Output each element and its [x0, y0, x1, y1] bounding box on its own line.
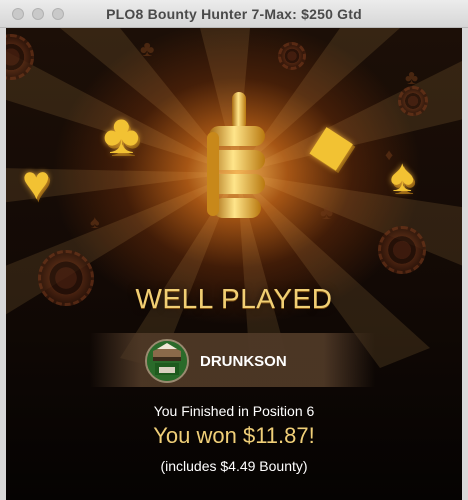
trophy-icon	[207, 92, 265, 218]
avatar	[145, 339, 189, 383]
winnings-text: You won $11.87!	[153, 423, 315, 448]
heart-icon: ♥	[22, 157, 51, 210]
app-window: PLO8 Bounty Hunter 7-Max: $250 Gtd ♣ ♣ ♣…	[0, 0, 468, 500]
poker-chip-icon	[398, 86, 428, 116]
window-right-edge	[462, 28, 468, 500]
faint-club-icon: ♣	[320, 202, 334, 224]
window-left-edge	[0, 28, 6, 500]
finish-position-text: You Finished in Position 6	[153, 403, 315, 419]
headline: WELL PLAYED	[135, 283, 333, 314]
poker-chip-icon	[378, 226, 426, 274]
faint-spade-icon: ♠	[90, 212, 100, 232]
player-name: DRUNKSON	[200, 353, 287, 370]
result-scene: ♣ ♣ ♣ ♠ ♦ ♣ ♥ ◆ ♠ WELL PLAYED DRUNKSON Y…	[0, 28, 468, 500]
faint-club-icon: ♣	[140, 36, 155, 61]
club-icon: ♣	[103, 102, 140, 165]
poker-chip-icon	[278, 42, 306, 70]
window-title: PLO8 Bounty Hunter 7-Max: $250 Gtd	[106, 6, 362, 22]
bounty-text: (includes $4.49 Bounty)	[160, 458, 308, 474]
faint-club-icon: ♣	[405, 67, 419, 89]
title-bar: PLO8 Bounty Hunter 7-Max: $250 Gtd	[0, 0, 468, 28]
spade-icon: ♠	[390, 149, 415, 201]
